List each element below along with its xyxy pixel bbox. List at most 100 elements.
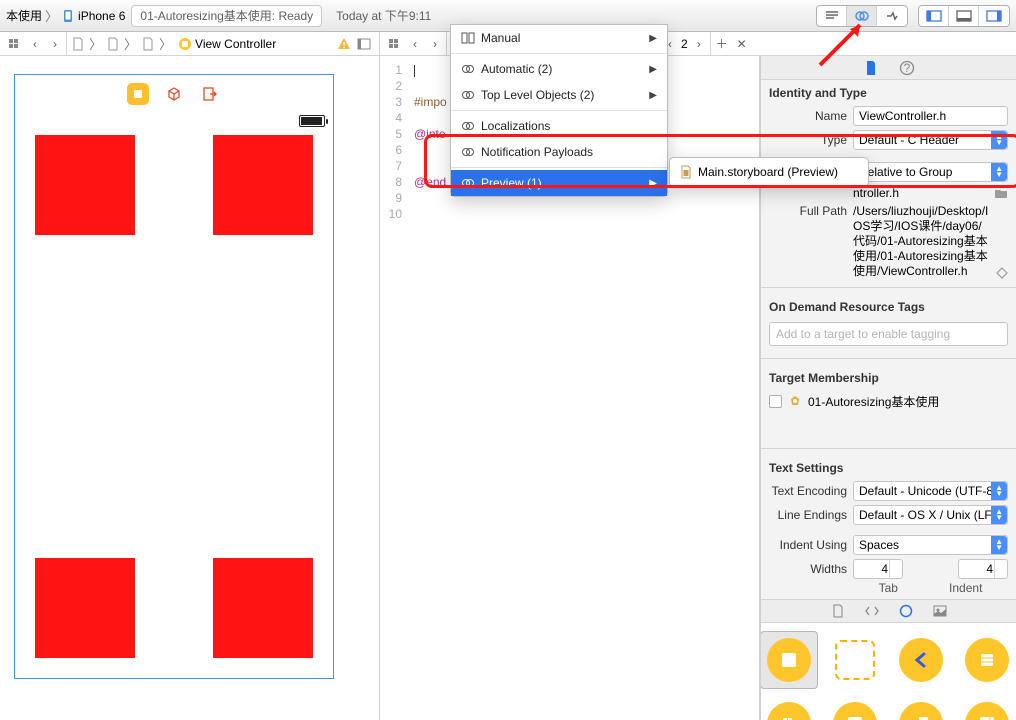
lib-placeholder[interactable]	[826, 631, 884, 689]
target-title: Target Membership	[761, 365, 1016, 389]
red-view-bottom-left[interactable]	[35, 558, 135, 658]
indent-width-input[interactable]: 4	[958, 559, 1008, 579]
breadcrumb[interactable]: 本使用 〉 iPhone 6	[6, 6, 125, 25]
location-file-text: ntroller.h	[853, 186, 899, 200]
menu-item-automatic[interactable]: Automatic (2) ▶	[451, 56, 667, 82]
related-items-button[interactable]	[6, 35, 24, 53]
counter-value: 2	[681, 37, 688, 51]
file-inspector-tab[interactable]	[863, 60, 879, 76]
jump-bar-item[interactable]: View Controller	[174, 37, 280, 51]
link-icon	[461, 120, 475, 132]
file-icon[interactable]	[69, 35, 87, 53]
lib-viewcontroller[interactable]	[761, 631, 818, 689]
breadcrumb-root-label: 本使用	[6, 7, 42, 24]
lineendings-select[interactable]: Default - OS X / Unix (LF)▲▼	[853, 505, 1008, 525]
red-view-top-left[interactable]	[35, 135, 135, 235]
menu-item-manual[interactable]: Manual ▶	[451, 25, 667, 51]
tab-width-input[interactable]: 4	[853, 559, 903, 579]
outline-toggle-button[interactable]	[355, 35, 373, 53]
menu-item-toplevel[interactable]: Top Level Objects (2) ▶	[451, 82, 667, 108]
indent-select[interactable]: Spaces▲▼	[853, 535, 1008, 555]
reveal-finder-icon[interactable]	[996, 267, 1008, 279]
target-label: 01-Autoresizing基本使用	[808, 393, 939, 410]
menu-item-notification[interactable]: Notification Payloads	[451, 139, 667, 165]
menu-item-preview[interactable]: Preview (1) ▶	[451, 170, 667, 196]
code-snippet-tab[interactable]	[864, 603, 880, 619]
type-select[interactable]: Default - C Header▲▼	[853, 130, 1008, 150]
right-panel-button[interactable]	[979, 6, 1009, 26]
chevron-right-icon: ▶	[649, 64, 657, 75]
chevron-right-icon: 〉	[124, 34, 137, 53]
object-library-grid[interactable]: Label	[761, 623, 1016, 720]
red-view-bottom-right[interactable]	[213, 558, 313, 658]
lineendings-label: Line Endings	[769, 508, 847, 522]
lib-pageview[interactable]	[958, 695, 1016, 720]
target-row[interactable]: 01-Autoresizing基本使用	[761, 389, 1016, 414]
ondemand-placeholder: Add to a target to enable tagging	[776, 327, 950, 341]
first-responder-icon[interactable]	[163, 83, 185, 105]
standard-editor-button[interactable]	[817, 6, 847, 26]
exit-icon[interactable]	[199, 83, 221, 105]
assistant-editor-button[interactable]	[847, 6, 877, 26]
quick-help-tab[interactable]: ?	[899, 60, 915, 76]
red-view-top-right[interactable]	[213, 135, 313, 235]
related-items-button[interactable]	[386, 35, 404, 53]
widths-label: Widths	[769, 562, 847, 576]
bottom-panel-button[interactable]	[949, 6, 979, 26]
chevron-right-icon: 〉	[45, 6, 58, 25]
menu-item-localizations[interactable]: Localizations	[451, 113, 667, 139]
submenu-label: Main.storyboard (Preview)	[698, 165, 838, 179]
media-library-tab[interactable]	[932, 603, 948, 619]
preview-submenu[interactable]: Main.storyboard (Preview)	[669, 157, 869, 187]
object-library-tab[interactable]	[898, 603, 914, 619]
storyboard-icon[interactable]	[104, 35, 122, 53]
panel-toggle-group	[918, 5, 1010, 27]
inspector-tabs: ?	[761, 56, 1016, 80]
chevron-right-icon: ▶	[649, 90, 657, 101]
file-template-tab[interactable]	[830, 603, 846, 619]
forward-button[interactable]: ›	[426, 35, 444, 53]
back-button[interactable]: ‹	[406, 35, 424, 53]
device-label: iPhone 6	[78, 9, 125, 23]
link-icon	[461, 146, 475, 158]
add-assistant-button[interactable]: ＋	[713, 35, 731, 53]
name-label: Name	[769, 109, 847, 123]
jump-bar-label: View Controller	[195, 37, 276, 51]
counter-forward-button[interactable]: ›	[690, 35, 708, 53]
link-icon	[461, 89, 475, 101]
encoding-select[interactable]: Default - Unicode (UTF-8)▲▼	[853, 481, 1008, 501]
chevron-right-icon: ▶	[649, 178, 657, 189]
viewcontroller-icon[interactable]	[127, 83, 149, 105]
assistant-menu[interactable]: Manual ▶ Automatic (2) ▶ Top Level Objec…	[450, 24, 668, 197]
chevron-right-icon: 〉	[89, 34, 102, 53]
type-label: Type	[769, 133, 847, 147]
lib-tableview[interactable]	[958, 631, 1016, 689]
location-select[interactable]: Relative to Group▲▼	[853, 162, 1008, 182]
reveal-folder-icon[interactable]	[994, 187, 1008, 199]
indent-sublabel: Indent	[949, 581, 982, 595]
indent-label: Indent Using	[769, 538, 847, 552]
viewcontroller-icon	[178, 37, 192, 51]
timestamp-text: Today at 下午9:11	[336, 7, 431, 24]
version-editor-button[interactable]	[877, 6, 907, 26]
fullpath-label: Full Path	[769, 204, 847, 218]
scene-toolbar	[127, 83, 221, 105]
fullpath-text: /Users/liuzhouji/Desktop/IOS学习/IOS课件/day…	[853, 204, 1008, 279]
lib-splitview[interactable]	[892, 695, 950, 720]
library-tabs	[761, 599, 1016, 623]
warnings-button[interactable]	[335, 35, 353, 53]
close-assistant-button[interactable]: ✕	[733, 35, 751, 53]
name-input[interactable]: ViewController.h	[853, 106, 1008, 126]
back-button[interactable]: ‹	[26, 35, 44, 53]
lib-navigation[interactable]	[892, 631, 950, 689]
target-checkbox[interactable]	[769, 395, 782, 408]
lib-tabbar[interactable]	[826, 695, 884, 720]
forward-button[interactable]: ›	[46, 35, 64, 53]
left-panel-button[interactable]	[919, 6, 949, 26]
scene-icon[interactable]	[139, 35, 157, 53]
ondemand-tag-input[interactable]: Add to a target to enable tagging	[769, 322, 1008, 346]
device-frame[interactable]	[14, 74, 334, 679]
lib-collection[interactable]	[761, 695, 818, 720]
tab-sublabel: Tab	[879, 581, 898, 595]
canvas-pane[interactable]	[0, 56, 380, 720]
